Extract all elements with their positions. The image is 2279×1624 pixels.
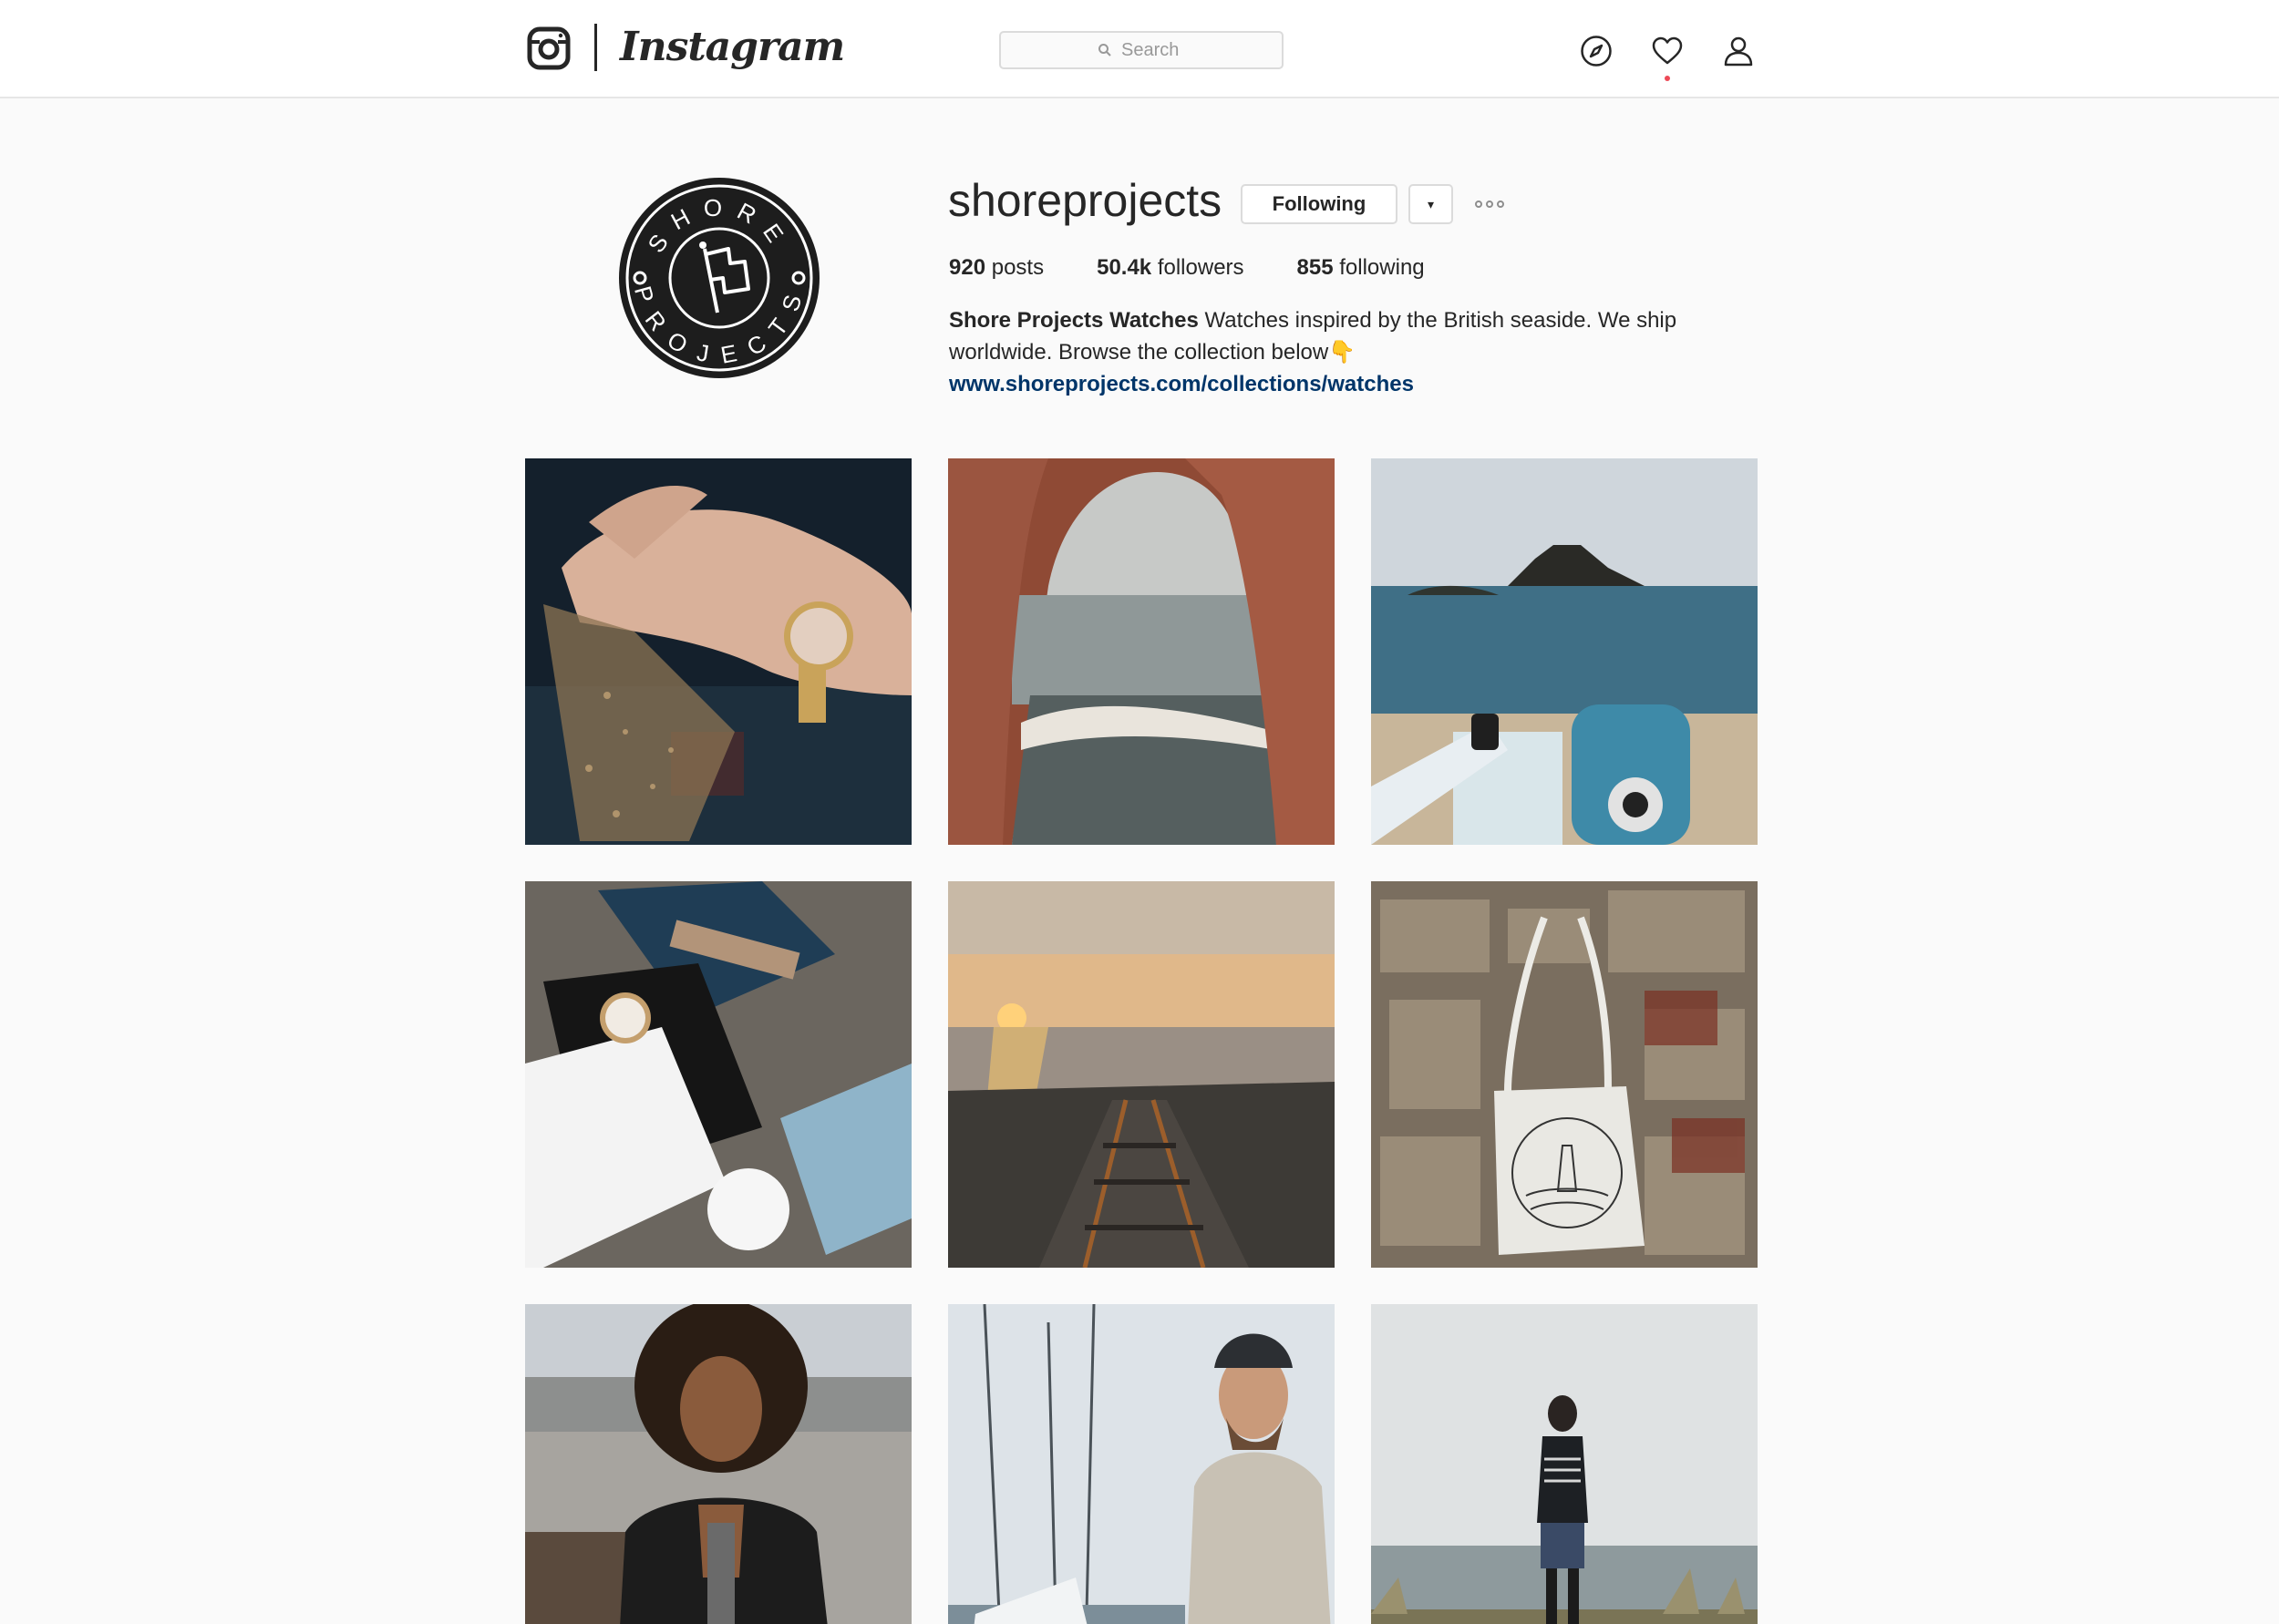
more-dot-icon bbox=[1486, 200, 1493, 208]
post-thumbnail[interactable] bbox=[525, 458, 912, 845]
post-thumbnail[interactable] bbox=[525, 1304, 912, 1624]
heart-icon[interactable] bbox=[1651, 35, 1684, 67]
more-dot-icon bbox=[1497, 200, 1504, 208]
post-thumbnail[interactable] bbox=[948, 881, 1335, 1268]
post-image-woman-leather-jacket bbox=[525, 1304, 912, 1624]
followers-count-label: followers bbox=[1157, 255, 1244, 280]
search-icon bbox=[1098, 44, 1111, 57]
following-link[interactable]: 855 following bbox=[1297, 253, 1425, 283]
profile-username: shoreprojects bbox=[948, 175, 1222, 226]
following-count-label: following bbox=[1339, 255, 1425, 280]
profile-stats: 920 posts 50.4k followers 855 following bbox=[949, 253, 1425, 283]
post-thumbnail[interactable] bbox=[1371, 458, 1758, 845]
posts-count-label: posts bbox=[991, 255, 1045, 280]
following-button[interactable]: Following bbox=[1241, 184, 1397, 224]
post-image-cave-sea bbox=[948, 458, 1335, 845]
post-image-tote-bag bbox=[1371, 881, 1758, 1268]
logo-divider bbox=[594, 24, 597, 71]
post-thumbnail[interactable] bbox=[948, 458, 1335, 845]
explore-compass-icon[interactable] bbox=[1580, 35, 1613, 67]
post-image-sunset-rails bbox=[948, 881, 1335, 1268]
followers-link[interactable]: 50.4k followers bbox=[1097, 253, 1243, 283]
posts-count: 920 posts bbox=[949, 253, 1044, 283]
post-thumbnail[interactable] bbox=[525, 881, 912, 1268]
post-image-gift-box bbox=[525, 881, 912, 1268]
bio-full-name: Shore Projects Watches bbox=[949, 308, 1199, 333]
post-thumbnail[interactable] bbox=[948, 1304, 1335, 1624]
top-navigation-bar: Instagram bbox=[0, 0, 2279, 98]
post-image-island-binoculars bbox=[1371, 458, 1758, 845]
notification-dot bbox=[1665, 76, 1670, 81]
post-image-hand-watch bbox=[525, 458, 912, 845]
profile-bio: Shore Projects Watches Watches inspired … bbox=[949, 304, 1696, 400]
search-box[interactable] bbox=[999, 31, 1284, 69]
profile-avatar[interactable]: SHORE PROJECTS bbox=[617, 176, 821, 380]
post-thumbnail[interactable] bbox=[1371, 881, 1758, 1268]
post-image-woman-coast bbox=[1371, 1304, 1758, 1624]
more-options-button[interactable] bbox=[1471, 193, 1508, 215]
following-count-value: 855 bbox=[1296, 255, 1334, 280]
post-thumbnail[interactable] bbox=[1371, 1304, 1758, 1624]
caret-down-icon: ▾ bbox=[1427, 196, 1435, 211]
post-image-man-sailboats bbox=[948, 1304, 1335, 1624]
profile-icon[interactable] bbox=[1722, 35, 1755, 67]
instagram-wordmark[interactable]: Instagram bbox=[620, 20, 845, 75]
search-input[interactable] bbox=[1121, 39, 1185, 61]
bio-website-link[interactable]: www.shoreprojects.com/collections/watche… bbox=[949, 368, 1696, 400]
more-dot-icon bbox=[1475, 200, 1482, 208]
followers-count-value: 50.4k bbox=[1097, 255, 1152, 280]
suggestions-dropdown-button[interactable]: ▾ bbox=[1408, 184, 1453, 224]
posts-count-value: 920 bbox=[949, 255, 986, 280]
instagram-glyph-icon[interactable] bbox=[527, 26, 571, 70]
